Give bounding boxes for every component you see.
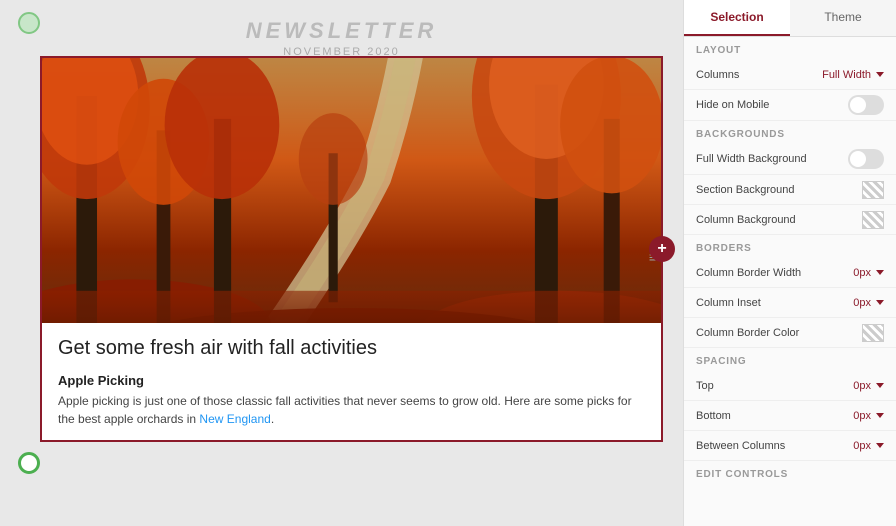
border-width-label: Column Border Width bbox=[696, 267, 801, 279]
article-heading: Get some fresh air with fall activities bbox=[58, 335, 645, 361]
tabs-row: Selection Theme bbox=[684, 0, 896, 37]
section-layout-label: Layout bbox=[684, 37, 896, 60]
article-text-area: Get some fresh air with fall activities … bbox=[42, 323, 661, 440]
section-spacing-label: Spacing bbox=[684, 348, 896, 371]
columns-chevron-icon bbox=[876, 72, 884, 77]
columns-row: Columns Full Width bbox=[684, 60, 896, 90]
spacing-bottom-chevron-icon bbox=[876, 413, 884, 418]
border-width-value[interactable]: 0px bbox=[853, 267, 884, 279]
spacing-top-row: Top 0px bbox=[684, 371, 896, 401]
article-body: Apple picking is just one of those class… bbox=[58, 392, 645, 428]
between-columns-row: Between Columns 0px bbox=[684, 431, 896, 461]
add-section-button[interactable]: + bbox=[649, 236, 675, 262]
border-color-row: Column Border Color bbox=[684, 318, 896, 348]
section-bg-row: Section Background bbox=[684, 175, 896, 205]
spacing-bottom-value[interactable]: 0px bbox=[853, 410, 884, 422]
article-subheading: Apple Picking bbox=[58, 373, 645, 388]
article-image bbox=[42, 58, 661, 323]
column-inset-row: Column Inset 0px bbox=[684, 288, 896, 318]
spacing-top-chevron-icon bbox=[876, 383, 884, 388]
border-color-swatch[interactable] bbox=[862, 324, 884, 342]
right-panel: Selection Theme Layout Columns Full Widt… bbox=[683, 0, 896, 526]
section-borders-label: Borders bbox=[684, 235, 896, 258]
full-width-bg-label: Full Width Background bbox=[696, 153, 807, 165]
columns-label: Columns bbox=[696, 69, 739, 81]
section-backgrounds-label: Backgrounds bbox=[684, 121, 896, 144]
section-bg-swatch[interactable] bbox=[862, 181, 884, 199]
border-color-label: Column Border Color bbox=[696, 327, 799, 339]
column-bg-label: Column Background bbox=[696, 214, 796, 226]
spacing-bottom-row: Bottom 0px bbox=[684, 401, 896, 431]
columns-value[interactable]: Full Width bbox=[822, 69, 884, 81]
column-bg-row: Column Background bbox=[684, 205, 896, 235]
canvas-area: NEWSLETTER NOVEMBER 2020 ⧉ 🗑 + bbox=[0, 0, 683, 526]
between-columns-label: Between Columns bbox=[696, 440, 785, 452]
add-icon: + bbox=[657, 240, 666, 258]
status-indicator-bottom bbox=[18, 452, 40, 474]
border-width-chevron-icon bbox=[876, 270, 884, 275]
hide-mobile-label: Hide on Mobile bbox=[696, 99, 769, 111]
spacing-top-value[interactable]: 0px bbox=[853, 380, 884, 392]
tab-selection[interactable]: Selection bbox=[684, 0, 790, 36]
article-link[interactable]: New England bbox=[199, 412, 270, 426]
column-bg-swatch[interactable] bbox=[862, 211, 884, 229]
between-columns-value[interactable]: 0px bbox=[853, 440, 884, 452]
hide-mobile-row: Hide on Mobile bbox=[684, 90, 896, 121]
column-inset-chevron-icon bbox=[876, 300, 884, 305]
hide-mobile-toggle[interactable] bbox=[848, 95, 884, 115]
section-bg-label: Section Background bbox=[696, 184, 794, 196]
content-block: + bbox=[40, 56, 663, 442]
spacing-top-label: Top bbox=[696, 380, 714, 392]
border-width-row: Column Border Width 0px bbox=[684, 258, 896, 288]
tab-theme[interactable]: Theme bbox=[790, 0, 896, 36]
full-width-bg-row: Full Width Background bbox=[684, 144, 896, 175]
column-inset-value[interactable]: 0px bbox=[853, 297, 884, 309]
between-columns-chevron-icon bbox=[876, 443, 884, 448]
section-edit-controls-label: Edit Controls bbox=[684, 461, 896, 484]
newsletter-title: NEWSLETTER bbox=[0, 18, 683, 44]
spacing-bottom-label: Bottom bbox=[696, 410, 731, 422]
column-inset-label: Column Inset bbox=[696, 297, 761, 309]
full-width-bg-toggle[interactable] bbox=[848, 149, 884, 169]
